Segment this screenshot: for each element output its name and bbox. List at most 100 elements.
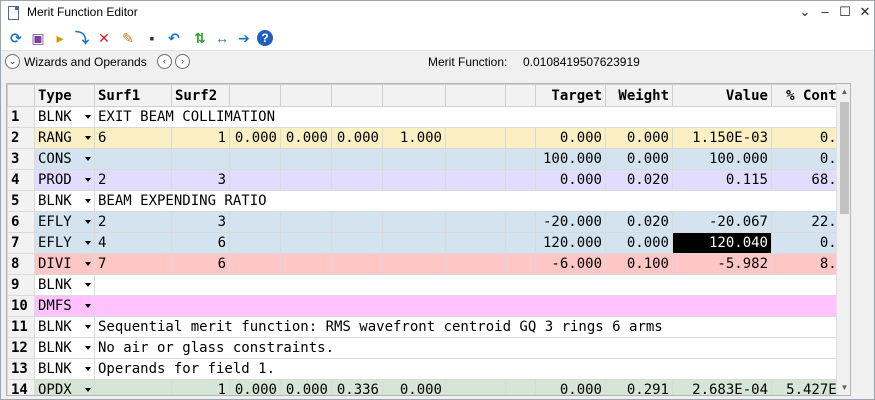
param4-cell[interactable]: 1.000 (382, 127, 446, 149)
value-cell[interactable]: 100.000 (672, 148, 772, 170)
param6-cell[interactable] (505, 127, 536, 149)
chevron-down-icon[interactable]: ⌄ (796, 3, 814, 21)
target-cell[interactable]: 0.000 (535, 127, 606, 149)
header-param2[interactable] (280, 84, 332, 107)
param1-cell[interactable] (229, 232, 281, 254)
maximize-button[interactable]: ☐ (836, 3, 854, 21)
operand-type-cell[interactable]: CONS (34, 148, 95, 170)
operand-row[interactable]: 13 BLNK Operands for field 1. (7, 358, 850, 380)
param3-cell[interactable] (331, 253, 383, 275)
surf1-cell[interactable]: 2 (94, 211, 172, 233)
param6-cell[interactable] (505, 211, 536, 233)
header-param1[interactable] (229, 84, 281, 107)
weight-cell[interactable]: 0.291 (605, 379, 673, 395)
load-icon[interactable]: ▸ (51, 29, 69, 47)
param4-cell[interactable] (382, 169, 446, 191)
operand-row[interactable]: 2 RANG 6 1 0.000 0.000 0.000 1.000 0.000 0.000 1.1… (7, 127, 850, 149)
weight-cell[interactable]: 0.000 (605, 148, 673, 170)
weight-cell[interactable]: 0.000 (605, 232, 673, 254)
param1-cell[interactable] (229, 211, 281, 233)
param6-cell[interactable] (505, 379, 536, 395)
header-type[interactable]: Type (34, 84, 95, 107)
surf1-cell[interactable] (94, 148, 172, 170)
comment-cell[interactable]: No air or glass constraints. (94, 337, 850, 359)
expand-wizards-button[interactable]: ⌄ (5, 54, 20, 69)
surf1-cell[interactable]: 6 (94, 127, 172, 149)
dropdown-arrow-icon[interactable] (85, 304, 91, 308)
wizards-label[interactable]: Wizards and Operands (24, 55, 147, 69)
param2-cell[interactable] (280, 253, 332, 275)
scroll-thumb[interactable] (840, 102, 849, 214)
dropdown-arrow-icon[interactable] (85, 157, 91, 161)
value-cell[interactable]: 0.115 (672, 169, 772, 191)
header-surf1[interactable]: Surf1 (94, 84, 172, 107)
insert-icon[interactable]: ⤵ (73, 29, 91, 47)
dropdown-arrow-icon[interactable] (85, 220, 91, 224)
target-cell[interactable]: -20.000 (535, 211, 606, 233)
surf1-cell[interactable]: 4 (94, 232, 172, 254)
operand-row[interactable]: 8DIVI76-6.0000.100-5.9828.328 (7, 253, 850, 275)
value-cell[interactable]: 2.683E-04 (672, 379, 772, 395)
param3-cell[interactable] (331, 211, 383, 233)
dropdown-arrow-icon[interactable] (85, 241, 91, 245)
header-param5[interactable] (445, 84, 506, 107)
param1-cell[interactable] (229, 253, 281, 275)
dropdown-arrow-icon[interactable] (85, 178, 91, 182)
save-icon[interactable]: ▣ (29, 29, 47, 47)
properties-icon[interactable]: ▪ (143, 29, 161, 47)
dropdown-arrow-icon[interactable] (85, 283, 91, 287)
value-cell[interactable]: -5.982 (672, 253, 772, 275)
refresh-icon[interactable]: ⟳ (7, 29, 25, 47)
dropdown-arrow-icon[interactable] (85, 115, 91, 119)
dropdown-arrow-icon[interactable] (85, 388, 91, 392)
header-weight[interactable]: Weight (605, 84, 673, 107)
param4-cell[interactable] (382, 148, 446, 170)
weight-cell[interactable]: 0.000 (605, 127, 673, 149)
next-icon[interactable]: ➔ (235, 29, 253, 47)
operand-type-cell[interactable]: RANG (34, 127, 95, 149)
operand-row[interactable]: 4PROD230.0000.0200.11568.574 (7, 169, 850, 191)
header-target[interactable]: Target (535, 84, 606, 107)
param2-cell[interactable]: 0.000 (280, 379, 332, 395)
operand-type-cell[interactable]: EFLY (34, 232, 95, 254)
param1-cell[interactable]: 0.000 (229, 379, 281, 395)
surf2-cell[interactable]: 6 (171, 232, 230, 254)
next-button[interactable]: › (175, 54, 190, 69)
header-param4[interactable] (382, 84, 446, 107)
wizard-icon[interactable]: ✎ (119, 29, 137, 47)
param5-cell[interactable] (445, 169, 506, 191)
comment-cell[interactable] (94, 295, 850, 317)
swap-icon[interactable]: ⇅ (191, 29, 209, 47)
param5-cell[interactable] (445, 253, 506, 275)
operand-row[interactable]: 1 BLNK EXIT BEAM COLLIMATION (7, 106, 850, 128)
param3-cell[interactable] (331, 148, 383, 170)
surf1-cell[interactable]: 7 (94, 253, 172, 275)
param5-cell[interactable] (445, 148, 506, 170)
surf2-cell[interactable]: 3 (171, 211, 230, 233)
param3-cell[interactable] (331, 169, 383, 191)
operand-type-cell[interactable]: DMFS (34, 295, 95, 317)
operand-row[interactable]: 6EFLY23-20.0000.020-20.06722.997 (7, 211, 850, 233)
operand-row[interactable]: 7EFLY46120.0000.000120.0400.000 (7, 232, 850, 254)
param6-cell[interactable] (505, 232, 536, 254)
operand-row[interactable]: 11 BLNK Sequential merit function: RMS wav… (7, 316, 850, 338)
target-cell[interactable]: 120.000 (535, 232, 606, 254)
compress-icon[interactable]: ↔ (213, 29, 231, 47)
param3-cell[interactable] (331, 232, 383, 254)
operand-row[interactable]: 3CONS100.0000.000100.0000.000 (7, 148, 850, 170)
operand-row[interactable]: 5 BLNK BEAM EXPENDING RATIO (7, 190, 850, 212)
operand-row[interactable]: 9 BLNK (7, 274, 850, 296)
param4-cell[interactable] (382, 253, 446, 275)
weight-cell[interactable]: 0.100 (605, 253, 673, 275)
param3-cell[interactable]: 0.336 (331, 379, 383, 395)
surf1-cell[interactable] (94, 379, 172, 395)
param5-cell[interactable] (445, 127, 506, 149)
weight-cell[interactable]: 0.020 (605, 211, 673, 233)
scroll-down-icon[interactable]: ▼ (837, 380, 850, 395)
operand-type-cell[interactable]: EFLY (34, 211, 95, 233)
operand-type-cell[interactable]: BLNK (34, 274, 95, 296)
header-value[interactable]: Value (672, 84, 772, 107)
value-cell[interactable]: -20.067 (672, 211, 772, 233)
param6-cell[interactable] (505, 169, 536, 191)
param3-cell[interactable]: 0.000 (331, 127, 383, 149)
